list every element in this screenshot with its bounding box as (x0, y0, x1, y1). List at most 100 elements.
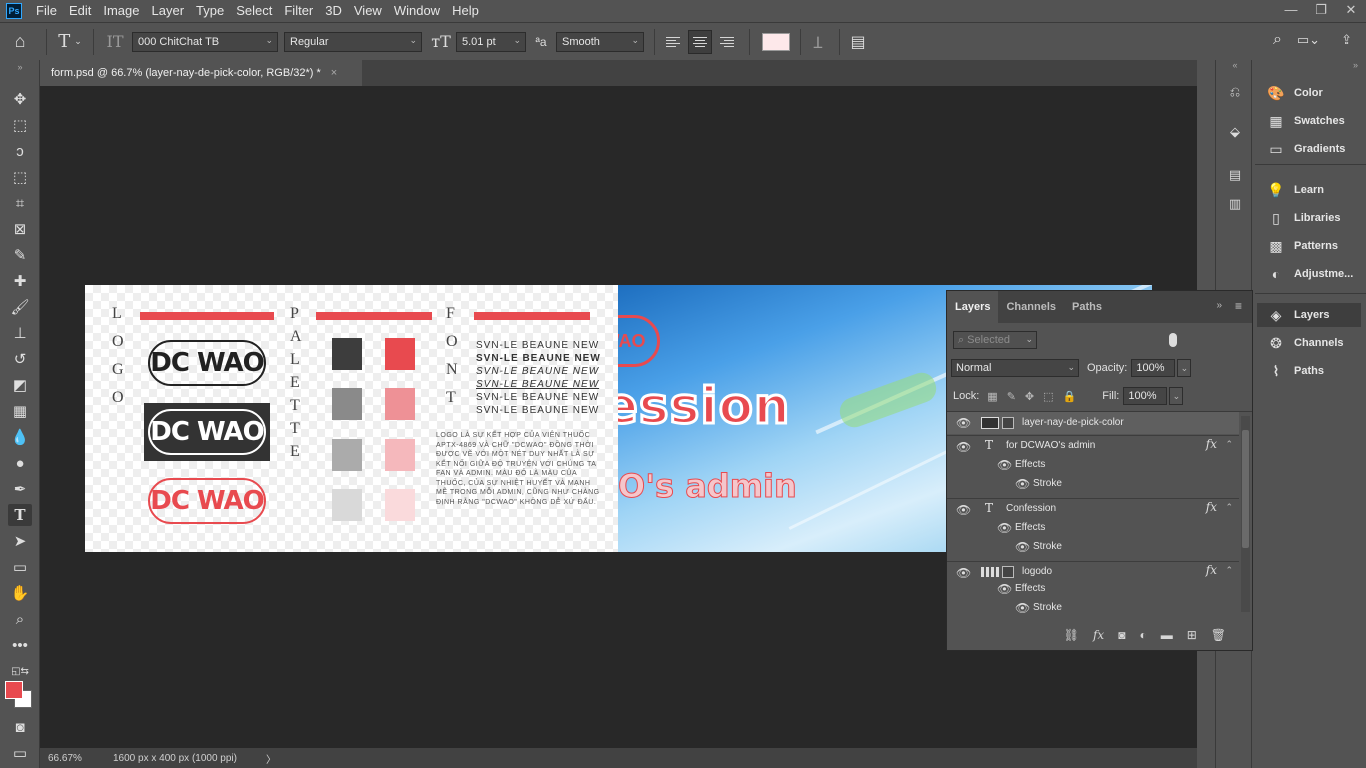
healing-brush-icon[interactable]: ✚ (8, 270, 32, 292)
menu-window[interactable]: Window (388, 0, 446, 22)
minimize-button[interactable]: — (1276, 0, 1306, 22)
frame-tool-icon[interactable]: ⊠ (8, 218, 32, 240)
font-style-select[interactable]: Regular ⌄ (284, 31, 422, 52)
share-icon[interactable]: ⇪ (1341, 32, 1352, 48)
restore-button[interactable]: ❐ (1306, 0, 1336, 22)
new-layer-icon[interactable]: ⊞ (1187, 628, 1197, 642)
lock-transparency-icon[interactable]: ▦ (987, 390, 997, 403)
blur-tool-icon[interactable]: 💧 (8, 426, 32, 448)
notes-panel-icon[interactable]: ▥ (1226, 196, 1244, 212)
adjustment-layer-icon[interactable]: ◐ (1139, 628, 1146, 642)
eye-icon[interactable]: 👁 (1015, 478, 1031, 490)
eye-icon[interactable]: 👁 (956, 417, 972, 429)
collapse-icon[interactable]: » (1216, 300, 1222, 311)
chevron-up-icon[interactable]: ⌃ (1225, 439, 1233, 450)
panel-adjustments[interactable]: ◐ Adjustme... (1257, 262, 1361, 286)
eye-icon[interactable]: 👁 (997, 522, 1013, 534)
menu-type[interactable]: Type (190, 0, 230, 22)
layer-name[interactable]: Confession (1006, 503, 1056, 514)
zoom-tool-icon[interactable]: ⌕ (8, 608, 32, 630)
character-panel-icon[interactable]: ▤ (846, 32, 870, 52)
layer-name[interactable]: for DCWAO's admin (1006, 440, 1095, 451)
crop-tool-icon[interactable]: ⌗ (8, 192, 32, 214)
collapse-icon[interactable]: « (1226, 60, 1244, 70)
new-group-icon[interactable]: ▬ (1161, 628, 1173, 642)
lock-pixels-icon[interactable]: ✎ (1007, 390, 1016, 403)
collapse-icon[interactable]: » (1353, 60, 1358, 70)
type-tool-preset-icon[interactable]: T ⌄ (53, 31, 87, 52)
panel-color[interactable]: 🎨 Color (1257, 81, 1361, 105)
eye-icon[interactable]: 👁 (1015, 541, 1031, 553)
type-tool-icon[interactable]: T (8, 504, 32, 526)
align-left-button[interactable] (661, 30, 685, 54)
blend-mode-select[interactable]: Normal ⌄ (951, 359, 1079, 377)
menu-image[interactable]: Image (97, 0, 145, 22)
layer-row[interactable]: 👁 layer-nay-de-pick-color (947, 412, 1239, 434)
fx-icon[interactable]: fx (1206, 563, 1217, 577)
hand-tool-icon[interactable]: ✋ (8, 582, 32, 604)
layer-row[interactable]: 👁 T for DCWAO's admin fx ⌃ 👁 Effects 👁 S… (947, 435, 1239, 497)
menu-filter[interactable]: Filter (278, 0, 319, 22)
panel-layers[interactable]: ◈ Layers (1257, 303, 1361, 327)
layer-name[interactable]: logodo (1022, 566, 1052, 577)
more-tools-icon[interactable]: ••• (8, 634, 32, 656)
chevron-down-icon[interactable]: ⌄ (1177, 359, 1192, 377)
lock-all-icon[interactable]: 🔒 (1063, 390, 1077, 403)
fx-icon[interactable]: fx (1206, 437, 1217, 451)
swap-colors-icon[interactable]: ◱⇆ (8, 660, 32, 682)
collapse-icon[interactable]: » (8, 62, 32, 72)
eye-icon[interactable]: 👁 (1015, 602, 1031, 614)
clone-stamp-icon[interactable]: ⊥ (8, 322, 32, 344)
chevron-up-icon[interactable]: ⌃ (1225, 502, 1233, 513)
anti-alias-select[interactable]: Smooth ⌄ (556, 31, 644, 52)
move-tool-icon[interactable]: ✥ (8, 88, 32, 110)
fill-field[interactable]: 100% (1123, 387, 1168, 405)
layer-name[interactable]: layer-nay-de-pick-color (1022, 417, 1124, 428)
dodge-tool-icon[interactable]: ● (8, 452, 32, 474)
workspace-icon[interactable]: ▭⌄ (1297, 32, 1320, 48)
panel-learn[interactable]: 💡 Learn (1257, 178, 1361, 202)
eye-icon[interactable]: 👁 (956, 504, 972, 516)
warp-text-icon[interactable]: Ʇ (807, 31, 829, 53)
tab-layers[interactable]: Layers (947, 291, 999, 323)
layers-scrollbar[interactable] (1241, 416, 1250, 612)
document-tab[interactable]: form.psd @ 66.7% (layer-nay-de-pick-colo… (40, 60, 362, 86)
close-button[interactable]: ✕ (1336, 0, 1366, 22)
menu-select[interactable]: Select (230, 0, 278, 22)
layer-row[interactable]: 👁 T Confession fx ⌃ 👁 Effects 👁 Stroke (947, 498, 1239, 560)
chevron-up-icon[interactable]: ⌃ (1225, 565, 1233, 576)
lock-position-icon[interactable]: ✥ (1025, 390, 1034, 403)
filter-toggle-icon[interactable] (1169, 333, 1177, 347)
screen-mode-icon[interactable]: ▭ (8, 742, 32, 764)
scrollbar-thumb[interactable] (1242, 430, 1249, 548)
layer-row[interactable]: 👁 logodo fx ⌃ 👁 Effects 👁 Stroke (947, 561, 1239, 617)
add-mask-icon[interactable]: ◙ (1118, 628, 1125, 642)
properties-panel-icon[interactable]: ▤ (1226, 167, 1244, 183)
brush-tool-icon[interactable]: 🖌 (8, 296, 32, 318)
eyedropper-tool-icon[interactable]: ✎ (8, 244, 32, 266)
search-icon[interactable]: ⌕ (1273, 31, 1282, 49)
tab-paths[interactable]: Paths (1064, 291, 1110, 323)
link-layers-icon[interactable]: ⛓ (1064, 628, 1079, 642)
panel-patterns[interactable]: ▩ Patterns (1257, 234, 1361, 258)
menu-help[interactable]: Help (446, 0, 485, 22)
panel-paths[interactable]: ⌇ Paths (1257, 359, 1361, 383)
menu-layer[interactable]: Layer (146, 0, 191, 22)
opacity-field[interactable]: 100% (1131, 359, 1176, 377)
path-select-icon[interactable]: ➤ (8, 530, 32, 552)
tab-channels[interactable]: Channels (998, 291, 1064, 323)
object-select-tool-icon[interactable]: ⬚ (8, 166, 32, 188)
menu-3d[interactable]: 3D (319, 0, 348, 22)
menu-edit[interactable]: Edit (63, 0, 97, 22)
foreground-color-swatch[interactable] (5, 681, 23, 699)
menu-view[interactable]: View (348, 0, 388, 22)
zoom-level[interactable]: 66.67% (48, 753, 108, 764)
pen-tool-icon[interactable]: ✒ (8, 478, 32, 500)
gradient-tool-icon[interactable]: ▦ (8, 400, 32, 422)
panel-menu-icon[interactable]: ≡ (1235, 299, 1242, 313)
font-size-select[interactable]: 5.01 pt ⌄ (456, 31, 526, 52)
history-brush-icon[interactable]: ↺ (8, 348, 32, 370)
rectangle-tool-icon[interactable]: ▭ (8, 556, 32, 578)
panel-swatches[interactable]: ▦ Swatches (1257, 109, 1361, 133)
eye-icon[interactable]: 👁 (956, 441, 972, 453)
